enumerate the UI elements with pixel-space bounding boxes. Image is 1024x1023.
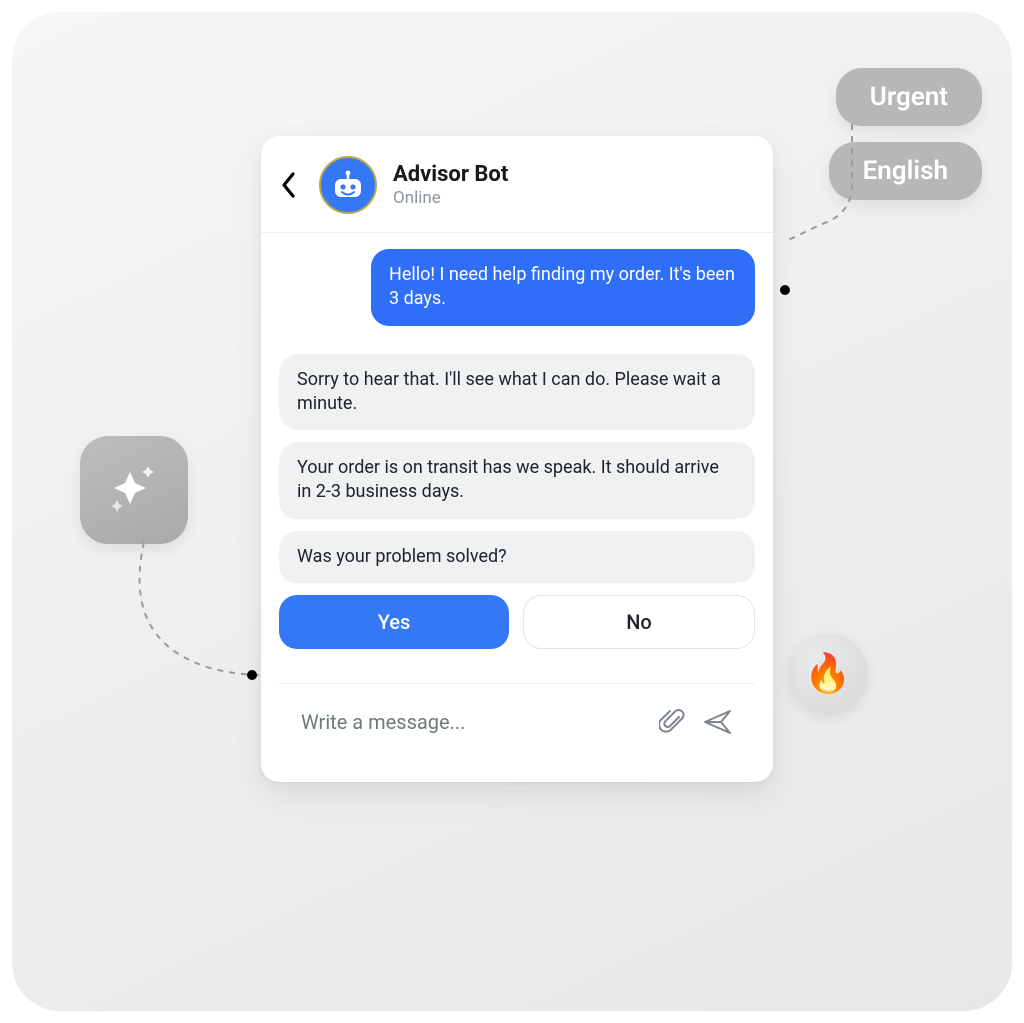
back-button[interactable] [275, 171, 303, 199]
send-button[interactable] [703, 709, 733, 735]
attach-button[interactable] [659, 708, 685, 736]
tag-connector-dot [780, 285, 790, 295]
robot-icon [331, 170, 365, 200]
sparkle-icon [104, 460, 164, 520]
bot-avatar[interactable] [319, 156, 377, 214]
quick-replies: Yes No [279, 595, 755, 649]
stage: Urgent English 🔥 [12, 12, 1012, 1011]
message-bot: Sorry to hear that. I'll see what I can … [279, 354, 755, 431]
message-input[interactable]: Write a message... [301, 710, 641, 734]
send-icon [703, 709, 733, 735]
message-bot: Your order is on transit has we speak. I… [279, 442, 755, 519]
message-user: Hello! I need help finding my order. It'… [371, 249, 755, 326]
message-bot: Was your problem solved? [279, 531, 755, 583]
bot-meta: Advisor Bot Online [393, 162, 508, 207]
fire-icon: 🔥 [804, 652, 851, 696]
reply-yes-button[interactable]: Yes [279, 595, 509, 649]
paperclip-icon [659, 708, 685, 736]
chat-body: Hello! I need help finding my order. It'… [261, 233, 773, 782]
chat-header: Advisor Bot Online [261, 136, 773, 233]
bot-status: Online [393, 188, 508, 208]
tag-urgent[interactable]: Urgent [836, 68, 982, 126]
fire-badge[interactable]: 🔥 [788, 634, 868, 714]
chat-window: Advisor Bot Online Hello! I need help fi… [261, 136, 773, 782]
sparkle-tile[interactable] [80, 436, 188, 544]
reply-no-button[interactable]: No [523, 595, 755, 649]
bot-name: Advisor Bot [393, 162, 508, 187]
chat-input-bar: Write a message... [279, 683, 755, 760]
chevron-left-icon [280, 171, 298, 199]
tag-english[interactable]: English [829, 142, 982, 200]
sparkle-connector-dot [247, 670, 257, 680]
